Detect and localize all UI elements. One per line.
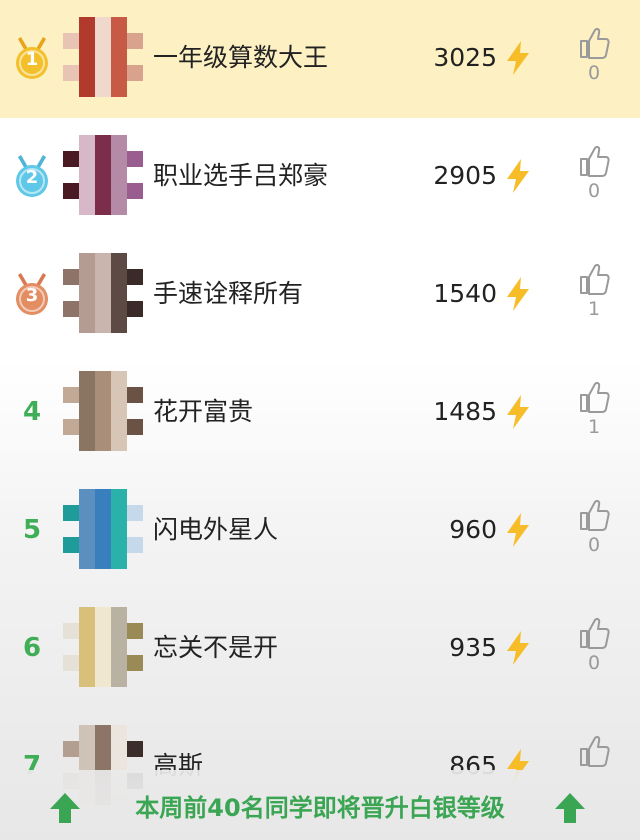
like-button[interactable]: 0 (575, 498, 613, 568)
leaderboard-row[interactable]: 4 花开富贵 1485 1 (0, 354, 640, 472)
player-name: 闪电外星人 (153, 515, 279, 544)
avatar[interactable] (63, 253, 143, 333)
leaderboard-row[interactable]: 1 一年级算数大王 3025 0 (0, 0, 640, 118)
lightning-bolt-icon (507, 395, 529, 429)
promotion-text: 本周前40名同学即将晋升白银等级 (135, 794, 505, 822)
avatar[interactable] (63, 135, 143, 215)
leaderboard-row[interactable]: 3 手速诠释所有 1540 1 (0, 236, 640, 354)
silver-medal-icon: 2 (8, 151, 56, 201)
rank-number: 4 (22, 397, 42, 427)
thumbs-up-icon (580, 500, 610, 531)
thumbs-up-icon (580, 736, 610, 767)
like-button[interactable]: 1 (575, 262, 613, 332)
rank-number: 2 (25, 167, 39, 188)
score-value: 935 (449, 633, 497, 662)
rank-badge: 6 (8, 623, 56, 673)
player-name: 一年级算数大王 (153, 43, 329, 72)
rank-badge: 5 (8, 505, 56, 555)
lightning-bolt-icon (507, 277, 529, 311)
bronze-medal-icon: 3 (8, 269, 56, 319)
leaderboard-row[interactable]: 6 忘关不是开 935 0 (0, 590, 640, 708)
like-button[interactable]: 0 (575, 144, 613, 214)
thumbs-up-icon (580, 382, 610, 413)
thumbs-up-icon (580, 618, 610, 649)
like-count: 1 (587, 298, 601, 320)
lightning-bolt-icon (507, 41, 529, 75)
like-button[interactable]: 1 (575, 380, 613, 450)
like-count: 0 (587, 652, 601, 674)
avatar[interactable] (63, 17, 143, 97)
like-button[interactable]: 0 (575, 616, 613, 686)
thumbs-up-icon (580, 146, 610, 177)
score-value: 2905 (433, 161, 497, 190)
like-count: 0 (587, 180, 601, 202)
player-name: 忘关不是开 (153, 633, 279, 662)
lightning-bolt-icon (507, 159, 529, 193)
score-value: 1540 (433, 279, 497, 308)
lightning-bolt-icon (507, 513, 529, 547)
like-count: 0 (587, 62, 601, 84)
player-name: 花开富贵 (153, 397, 254, 426)
rank-number: 1 (25, 49, 39, 70)
avatar[interactable] (63, 371, 143, 451)
player-name: 手速诠释所有 (153, 279, 304, 308)
gold-medal-icon: 1 (8, 33, 56, 83)
rank-number: 5 (22, 515, 42, 545)
leaderboard-row[interactable]: 2 职业选手吕郑豪 2905 0 (0, 118, 640, 236)
rank-number: 3 (25, 285, 39, 306)
score-value: 960 (449, 515, 497, 544)
score-value: 3025 (433, 43, 497, 72)
up-arrow-icon (555, 793, 585, 823)
promotion-banner: 本周前40名同学即将晋升白银等级 (0, 770, 640, 840)
leaderboard-list: 1 一年级算数大王 3025 0 2 职业选手吕郑豪 2905 0 3 手速诠释所有 1540 1 4 花… (0, 0, 640, 840)
like-count: 0 (587, 534, 601, 556)
thumbs-up-icon (580, 28, 610, 59)
player-name: 职业选手吕郑豪 (153, 161, 329, 190)
avatar[interactable] (63, 607, 143, 687)
like-button[interactable]: 0 (575, 26, 613, 96)
up-arrow-icon (50, 793, 80, 823)
leaderboard-row[interactable]: 5 闪电外星人 960 0 (0, 472, 640, 590)
rank-badge: 4 (8, 387, 56, 437)
thumbs-up-icon (580, 264, 610, 295)
rank-number: 6 (22, 633, 42, 663)
like-count: 1 (587, 416, 601, 438)
avatar[interactable] (63, 489, 143, 569)
score-value: 1485 (433, 397, 497, 426)
lightning-bolt-icon (507, 631, 529, 665)
